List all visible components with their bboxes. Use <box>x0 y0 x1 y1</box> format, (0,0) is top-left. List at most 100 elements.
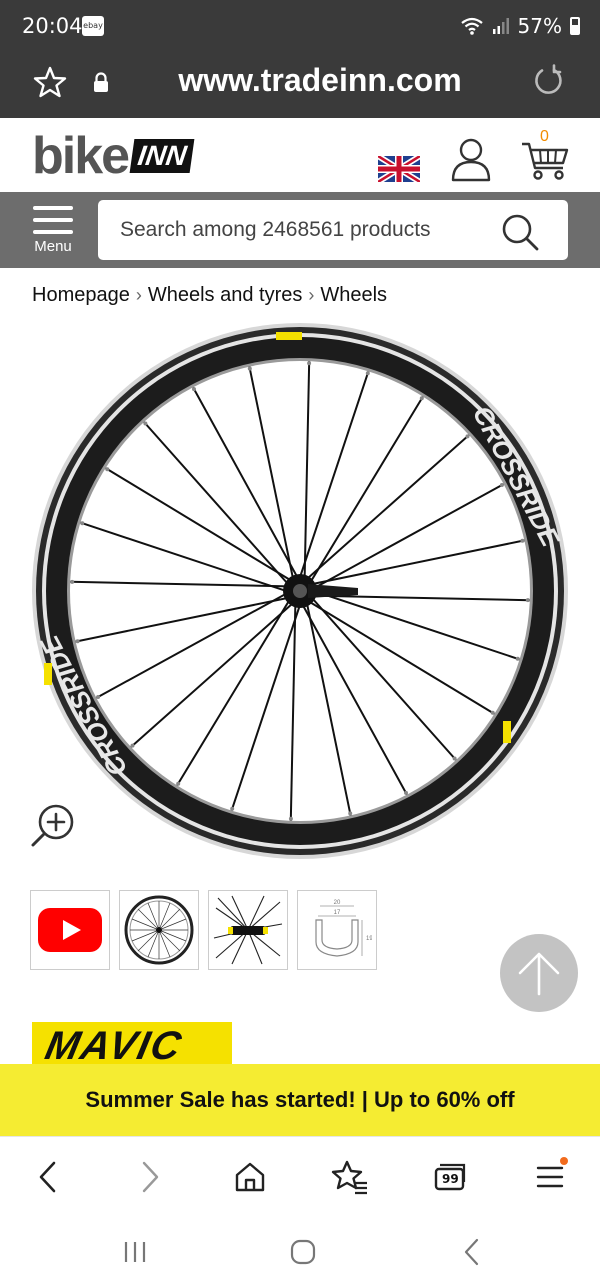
scroll-to-top-button[interactable] <box>500 934 578 1012</box>
spoke-nipple <box>520 538 525 543</box>
battery-percent: 57% <box>517 14 562 38</box>
spoke-nipple <box>348 811 353 816</box>
bookmarks-star-icon <box>331 1160 367 1195</box>
spoke-nipple <box>230 806 235 811</box>
rim-decal <box>503 721 511 743</box>
spoke-nipple <box>70 579 75 584</box>
ebay-notification-icon: ebay <box>82 16 104 36</box>
brand-logo-mavic[interactable]: MAVIC <box>32 1022 232 1064</box>
spoke-nipple <box>490 710 495 715</box>
wheel-front-thumbnail[interactable] <box>119 890 199 970</box>
system-back-button[interactable] <box>452 1232 492 1272</box>
breadcrumb-item-homepage[interactable]: Homepage <box>32 284 130 307</box>
product-image-wheel[interactable]: CROSSRIDE CROSSRIDE <box>28 318 572 864</box>
spoke-nipple <box>130 743 135 748</box>
browser-menu-button[interactable] <box>530 1157 570 1197</box>
spoke-nipple <box>176 781 181 786</box>
spoke-nipple <box>247 366 252 371</box>
youtube-play-icon <box>38 908 102 952</box>
reload-icon[interactable] <box>532 64 566 98</box>
home-circle-icon <box>290 1239 316 1265</box>
signal-icon <box>492 18 509 34</box>
system-home-button[interactable] <box>283 1232 323 1272</box>
hamburger-line <box>33 218 73 222</box>
home-button[interactable] <box>230 1157 270 1197</box>
thumbnail-strip: 20 17 19 <box>30 890 377 970</box>
status-indicators: 57% <box>460 14 580 38</box>
hamburger-menu-icon <box>536 1166 564 1188</box>
notification-dot <box>560 1157 568 1165</box>
site-header: bike INN 0 <box>0 118 600 192</box>
spoke-nipple <box>452 756 457 761</box>
status-time: 20:04 <box>22 14 83 38</box>
video-thumbnail[interactable] <box>30 890 110 970</box>
cart-count-badge: 0 <box>540 128 549 145</box>
spoke-nipple <box>499 483 504 487</box>
spoke-nipple <box>105 467 110 472</box>
system-navigation-bar <box>0 1216 600 1286</box>
logo-inn-text: INN <box>129 139 195 173</box>
spoke-nipple <box>365 371 370 376</box>
menu-button[interactable]: Menu <box>30 206 76 260</box>
search-row: Menu <box>0 192 600 268</box>
home-icon <box>235 1162 265 1192</box>
arrow-up-icon <box>518 952 560 996</box>
spoke-nipple <box>96 695 101 699</box>
chevron-right-icon <box>142 1161 159 1193</box>
hub-thumbnail-image <box>213 895 283 965</box>
chevron-left-icon <box>39 1161 56 1193</box>
chevron-right-icon: › <box>308 285 315 305</box>
spoke-nipple <box>419 396 424 401</box>
hub-closeup-thumbnail[interactable] <box>208 890 288 970</box>
menu-label: Menu <box>34 238 72 255</box>
spoke-nipple <box>80 521 85 526</box>
spoke-nipple <box>288 816 293 821</box>
breadcrumb-item-wheels-and-tyres[interactable]: Wheels and tyres <box>148 284 303 307</box>
rim-inner-width-label: 17 <box>334 910 341 916</box>
battery-icon <box>570 17 580 35</box>
spoke-nipple <box>525 598 530 603</box>
wifi-icon <box>460 17 483 35</box>
zoom-in-icon[interactable] <box>30 802 76 848</box>
breadcrumb-item-wheels[interactable]: Wheels <box>320 284 387 307</box>
rim-decal <box>276 332 302 340</box>
back-arrow-icon <box>464 1238 479 1266</box>
back-button[interactable] <box>28 1157 68 1197</box>
forward-button[interactable] <box>130 1157 170 1197</box>
chevron-right-icon: › <box>135 285 142 305</box>
summer-sale-banner[interactable]: Summer Sale has started! | Up to 60% off <box>0 1064 600 1136</box>
brand-name: MAVIC <box>41 1024 187 1064</box>
spoke-nipple <box>404 790 408 795</box>
spoke-nipple <box>75 639 80 644</box>
logo-bike-text: bike <box>32 127 130 185</box>
search-box <box>98 200 568 260</box>
wheel-thumbnail-image <box>124 895 194 965</box>
search-icon[interactable] <box>500 212 540 252</box>
rim-profile-thumbnail[interactable]: 20 17 19 <box>297 890 377 970</box>
bikeinn-logo[interactable]: bike INN <box>32 127 195 185</box>
url-address[interactable]: www.tradeinn.com <box>0 62 600 99</box>
tabs-count: 99 <box>442 1172 459 1186</box>
breadcrumb: Homepage › Wheels and tyres › Wheels <box>32 284 387 307</box>
status-bar: 20:04 ebay 57% <box>0 0 600 52</box>
browser-url-bar: www.tradeinn.com <box>0 52 600 118</box>
rim-profile-thumbnail-image: 20 17 19 <box>315 900 372 957</box>
spoke-nipple <box>465 434 470 439</box>
hamburger-line <box>33 230 73 234</box>
search-input[interactable] <box>120 200 490 260</box>
recent-apps-button[interactable] <box>115 1232 155 1272</box>
uk-flag-icon[interactable] <box>378 156 420 182</box>
spoke-nipple <box>515 656 520 661</box>
rim-decal <box>44 663 52 685</box>
spoke-nipple <box>307 361 312 366</box>
bookmarks-button[interactable] <box>330 1157 370 1197</box>
user-account-icon[interactable] <box>450 136 492 182</box>
browser-bottom-nav: 99 <box>0 1136 600 1216</box>
rim-width-label: 20 <box>334 900 341 906</box>
recent-apps-icon <box>124 1242 146 1262</box>
tabs-button[interactable]: 99 <box>430 1157 470 1197</box>
spoke-nipple <box>192 387 196 392</box>
hamburger-icon <box>33 206 73 210</box>
rim-height-label: 19 <box>366 936 372 942</box>
spoke-nipple <box>143 421 148 426</box>
